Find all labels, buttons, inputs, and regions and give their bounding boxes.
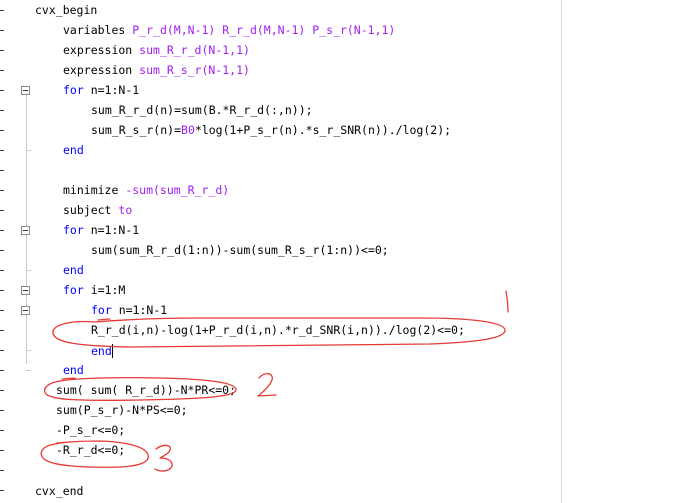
annotation-ellipse-2	[44, 376, 237, 401]
annotation-mark-1	[505, 290, 509, 313]
annotation-label-1: 1	[504, 299, 505, 301]
annotation-label-3: 3	[160, 459, 161, 461]
annotation-ellipse-1	[52, 317, 506, 348]
annotation-number-3	[154, 444, 173, 472]
red-annotation-overlay: 1 2 3	[40, 290, 509, 472]
annotation-label-2: 2	[262, 389, 263, 391]
annotation-number-2	[257, 373, 277, 397]
annotation-ellipse-3	[40, 440, 149, 468]
